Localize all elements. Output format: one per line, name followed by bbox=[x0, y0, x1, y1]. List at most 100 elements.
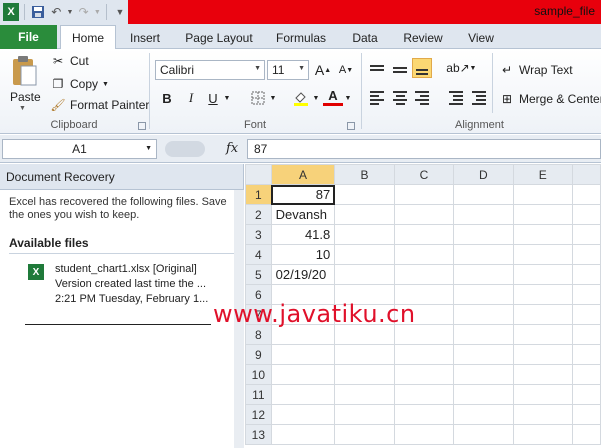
cell-a3[interactable]: 41.8 bbox=[270, 224, 336, 245]
cell-a4[interactable]: 10 bbox=[270, 244, 336, 265]
row-header[interactable]: 2 bbox=[245, 204, 272, 225]
cell[interactable] bbox=[393, 184, 455, 205]
shrink-font-button[interactable]: A ▼ bbox=[336, 60, 356, 80]
cell[interactable] bbox=[393, 384, 455, 405]
clipboard-launcher-icon[interactable] bbox=[138, 122, 146, 130]
column-header[interactable]: D bbox=[453, 164, 514, 185]
cell[interactable] bbox=[334, 404, 395, 425]
tab-home[interactable]: Home bbox=[60, 25, 116, 50]
formula-bar-splitter[interactable] bbox=[165, 141, 205, 157]
column-header[interactable] bbox=[572, 164, 601, 185]
paste-button[interactable]: Paste bbox=[10, 90, 41, 104]
cell[interactable] bbox=[453, 224, 514, 245]
redo-dropdown-icon[interactable]: ▼ bbox=[94, 3, 101, 21]
redo-icon[interactable]: ↷ bbox=[76, 3, 92, 21]
cell[interactable] bbox=[270, 384, 336, 405]
cell[interactable] bbox=[270, 404, 336, 425]
cell[interactable] bbox=[334, 224, 395, 245]
fill-color-dropdown-icon[interactable]: ▼ bbox=[311, 88, 321, 108]
increase-indent-icon[interactable] bbox=[469, 88, 489, 108]
cell[interactable] bbox=[334, 424, 395, 445]
copy-button[interactable]: ❐ Copy ▼ bbox=[50, 76, 109, 92]
cell-a5[interactable]: 02/19/20 bbox=[270, 264, 336, 285]
cell[interactable] bbox=[453, 384, 514, 405]
row-header[interactable]: 3 bbox=[245, 224, 272, 245]
cell[interactable] bbox=[453, 244, 514, 265]
bold-button[interactable]: B bbox=[157, 88, 177, 108]
cell[interactable] bbox=[393, 344, 455, 365]
align-left-icon[interactable] bbox=[367, 88, 387, 108]
cell[interactable] bbox=[334, 264, 395, 285]
undo-dropdown-icon[interactable]: ▼ bbox=[66, 3, 74, 21]
align-right-icon[interactable] bbox=[412, 88, 432, 108]
row-header[interactable]: 13 bbox=[245, 424, 272, 445]
row-header[interactable]: 11 bbox=[245, 384, 272, 405]
cell[interactable] bbox=[453, 324, 514, 345]
cell[interactable] bbox=[453, 264, 514, 285]
cell[interactable] bbox=[512, 284, 574, 305]
cell[interactable] bbox=[393, 264, 455, 285]
cell[interactable] bbox=[572, 304, 601, 325]
grow-font-button[interactable]: A ▲ bbox=[313, 60, 333, 80]
align-middle-icon[interactable] bbox=[390, 58, 410, 78]
tab-insert[interactable]: Insert bbox=[123, 27, 167, 49]
undo-icon[interactable]: ↶ bbox=[48, 3, 64, 21]
underline-button[interactable]: U bbox=[203, 88, 223, 108]
cell[interactable] bbox=[393, 364, 455, 385]
tab-data[interactable]: Data bbox=[345, 27, 385, 49]
cell[interactable] bbox=[334, 244, 395, 265]
cell[interactable] bbox=[453, 404, 514, 425]
formula-input[interactable]: 87 bbox=[247, 139, 601, 159]
decrease-indent-icon[interactable] bbox=[446, 88, 466, 108]
cell[interactable] bbox=[512, 204, 574, 225]
cell[interactable] bbox=[334, 344, 395, 365]
cell[interactable] bbox=[512, 184, 574, 205]
cell[interactable] bbox=[393, 404, 455, 425]
save-icon[interactable] bbox=[30, 3, 46, 21]
cell[interactable] bbox=[512, 344, 574, 365]
cell[interactable] bbox=[334, 204, 395, 225]
cell[interactable] bbox=[572, 404, 601, 425]
customize-qat-icon[interactable]: ▼ bbox=[112, 3, 128, 21]
row-header[interactable]: 10 bbox=[245, 364, 272, 385]
cell-a1[interactable]: 87 bbox=[270, 184, 336, 205]
cell[interactable] bbox=[572, 324, 601, 345]
align-top-icon[interactable] bbox=[367, 58, 387, 78]
cell[interactable] bbox=[512, 364, 574, 385]
row-header[interactable]: 12 bbox=[245, 404, 272, 425]
cell[interactable] bbox=[572, 384, 601, 405]
cell[interactable] bbox=[453, 204, 514, 225]
cell[interactable] bbox=[453, 184, 514, 205]
merge-center-button[interactable]: ⊞ Merge & Center bbox=[499, 91, 601, 107]
cell[interactable] bbox=[512, 224, 574, 245]
tab-page-layout[interactable]: Page Layout bbox=[182, 27, 256, 49]
row-header[interactable]: 5 bbox=[245, 264, 272, 285]
cell[interactable] bbox=[270, 424, 336, 445]
font-name-select[interactable]: Calibri ▼ bbox=[155, 60, 265, 80]
cell[interactable] bbox=[512, 264, 574, 285]
cell[interactable] bbox=[453, 304, 514, 325]
font-color-icon[interactable]: A bbox=[323, 88, 343, 106]
cell[interactable] bbox=[334, 384, 395, 405]
column-header[interactable]: B bbox=[334, 164, 395, 185]
excel-logo-icon[interactable]: X bbox=[3, 3, 20, 21]
orientation-icon[interactable]: ab↗ bbox=[446, 58, 469, 78]
copy-dropdown-icon[interactable]: ▼ bbox=[102, 81, 109, 88]
font-size-select[interactable]: 11 ▼ bbox=[267, 60, 309, 80]
cell[interactable] bbox=[572, 284, 601, 305]
cell[interactable] bbox=[393, 224, 455, 245]
select-all-corner[interactable] bbox=[245, 164, 272, 185]
cell[interactable] bbox=[512, 424, 574, 445]
cell[interactable] bbox=[270, 364, 336, 385]
tab-review[interactable]: Review bbox=[398, 27, 448, 49]
fill-color-icon[interactable] bbox=[291, 88, 311, 108]
cell[interactable] bbox=[572, 224, 601, 245]
tab-file[interactable]: File bbox=[0, 25, 57, 49]
cell[interactable] bbox=[512, 244, 574, 265]
format-painter-button[interactable]: 🖌 Format Painter bbox=[50, 97, 149, 113]
row-header[interactable]: 9 bbox=[245, 344, 272, 365]
name-box[interactable]: A1 ▼ bbox=[2, 139, 157, 159]
cell[interactable] bbox=[512, 304, 574, 325]
row-header[interactable]: 4 bbox=[245, 244, 272, 265]
column-header[interactable]: C bbox=[393, 164, 455, 185]
